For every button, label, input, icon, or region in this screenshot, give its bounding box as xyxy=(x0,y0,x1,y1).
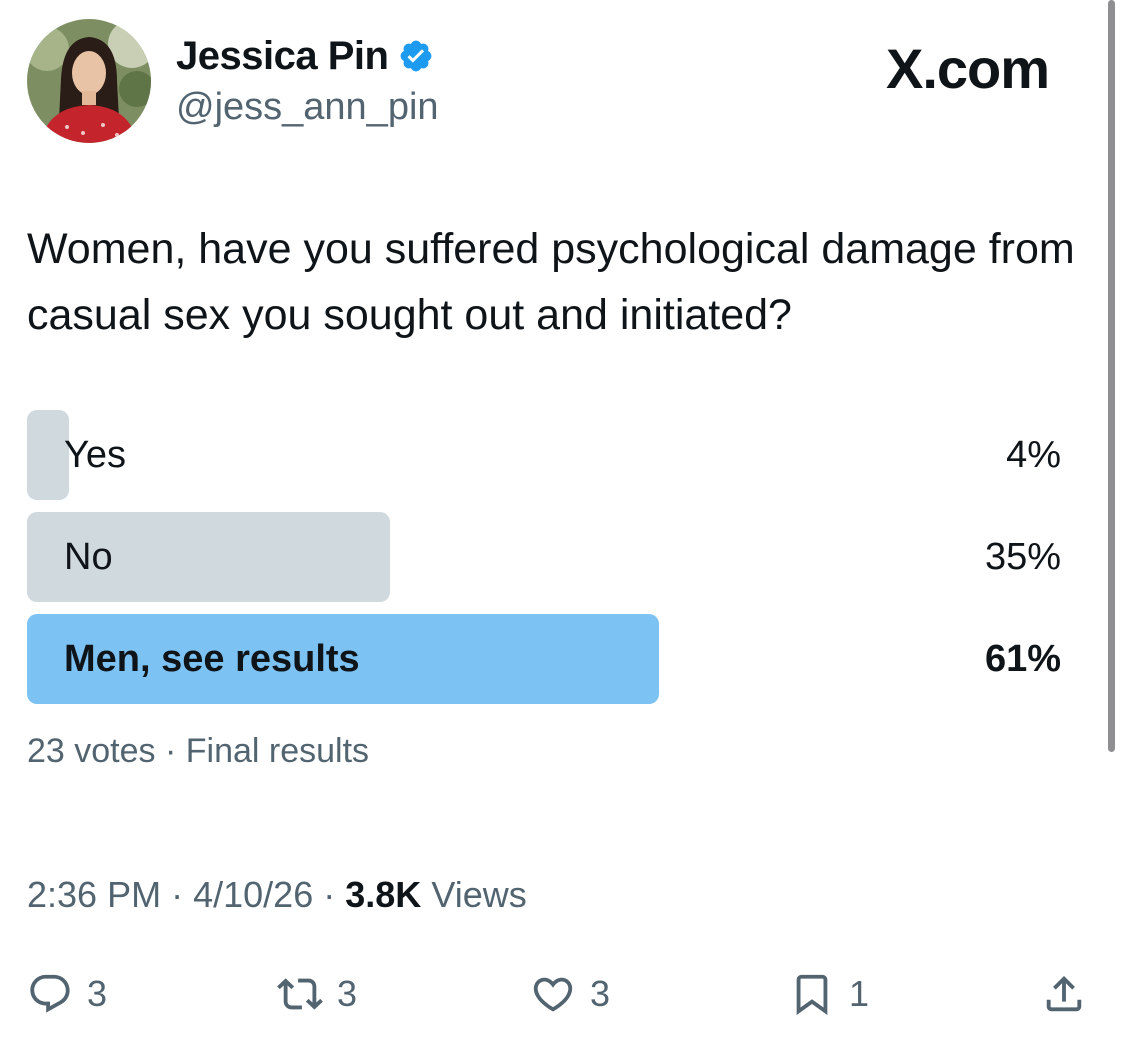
poll-option-yes: Yes 4% xyxy=(27,410,1063,500)
tweet-date[interactable]: 4/10/26 xyxy=(193,874,313,915)
verified-badge-icon xyxy=(401,40,432,72)
action-bar: 3 3 3 1 xyxy=(27,962,1097,1026)
poll-option-percent: 35% xyxy=(984,536,1061,578)
views-label: Views xyxy=(431,874,527,915)
reply-icon xyxy=(30,974,70,1013)
author-handle[interactable]: @jess_ann_pin xyxy=(176,86,439,129)
bookmark-count: 1 xyxy=(849,973,870,1014)
like-button[interactable]: 3 xyxy=(530,962,610,1026)
tweet-text: Women, have you suffered psychological d… xyxy=(27,225,1075,339)
poll-vote-count: 23 votes xyxy=(27,732,156,770)
scrollbar[interactable] xyxy=(1108,0,1115,752)
poll-option-percent: 4% xyxy=(1006,434,1061,476)
repost-button[interactable]: 3 xyxy=(277,962,357,1026)
repost-count: 3 xyxy=(337,973,358,1014)
tweet-metadata: 2:36 PM · 4/10/26 · 3.8K Views xyxy=(27,874,527,916)
separator: · xyxy=(323,874,336,915)
heart-icon xyxy=(533,977,573,1012)
repost-icon xyxy=(277,978,323,1010)
poll-bar xyxy=(27,410,69,500)
brand-watermark: X.com xyxy=(886,37,1050,100)
poll-status: Final results xyxy=(185,732,370,770)
separator: · xyxy=(164,732,177,770)
author-display-name[interactable]: Jessica Pin xyxy=(176,34,389,79)
poll-option-label: No xyxy=(64,536,113,578)
poll-option-label: Yes xyxy=(64,434,126,476)
author-name-row[interactable]: Jessica Pin xyxy=(176,34,434,78)
poll-summary: 23 votes · Final results xyxy=(27,732,369,771)
bookmark-button[interactable]: 1 xyxy=(789,962,869,1026)
poll-option-label: Men, see results xyxy=(64,638,360,680)
poll-option-percent: 61% xyxy=(984,638,1061,680)
views-count: 3.8K xyxy=(345,874,422,915)
reply-button[interactable]: 3 xyxy=(27,962,107,1026)
reply-count: 3 xyxy=(87,973,108,1014)
like-count: 3 xyxy=(590,973,611,1014)
avatar[interactable] xyxy=(27,19,151,143)
share-button[interactable] xyxy=(1041,962,1087,1026)
poll: Yes 4% No 35% Men, see results 61% xyxy=(27,410,1063,716)
tweet-time[interactable]: 2:36 PM xyxy=(27,874,161,915)
bookmark-icon xyxy=(796,974,828,1015)
separator: · xyxy=(171,874,184,915)
poll-option-no: No 35% xyxy=(27,512,1063,602)
share-icon xyxy=(1046,975,1082,1012)
poll-option-men-see-results: Men, see results 61% xyxy=(27,614,1063,704)
